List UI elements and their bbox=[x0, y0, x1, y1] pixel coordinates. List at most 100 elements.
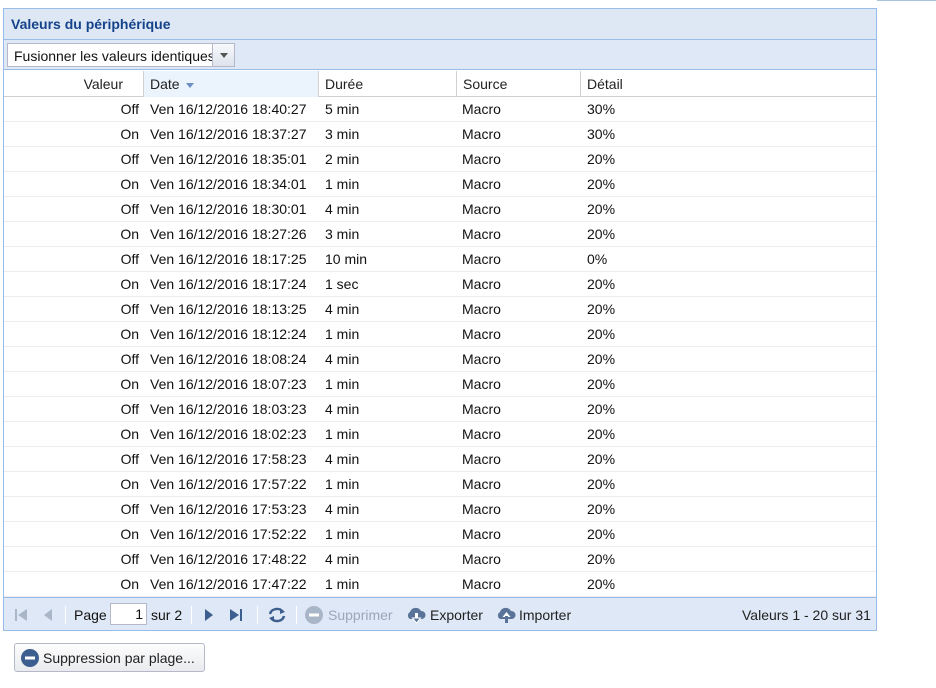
cell-valeur: Off bbox=[120, 551, 139, 567]
separator bbox=[257, 606, 258, 624]
cell-source: Macro bbox=[462, 551, 501, 567]
cloud-download-icon bbox=[405, 598, 427, 631]
cell-valeur: Off bbox=[120, 451, 139, 467]
cell-date: Ven 16/12/2016 18:17:24 bbox=[150, 276, 307, 292]
table-row[interactable]: Off Ven 16/12/2016 17:58:23 4 min Macro 20% bbox=[4, 447, 876, 472]
cell-detail: 20% bbox=[587, 526, 616, 542]
cell-source: Macro bbox=[462, 476, 501, 492]
table-row[interactable]: Off Ven 16/12/2016 18:40:27 5 min Macro 30% bbox=[4, 97, 876, 122]
separator bbox=[65, 606, 66, 624]
cell-detail: 20% bbox=[587, 426, 616, 442]
import-button[interactable]: Importer bbox=[519, 598, 571, 631]
panel-title: Valeurs du périphérique bbox=[11, 16, 171, 32]
cell-detail: 20% bbox=[587, 151, 616, 167]
cell-duree: 5 min bbox=[325, 101, 360, 117]
cell-valeur: On bbox=[120, 276, 139, 292]
cell-valeur: Off bbox=[120, 301, 139, 317]
cell-valeur: On bbox=[120, 176, 139, 192]
prev-page-icon[interactable] bbox=[42, 598, 54, 631]
cell-detail: 20% bbox=[587, 351, 616, 367]
cell-source: Macro bbox=[462, 451, 501, 467]
table-row[interactable]: Off Ven 16/12/2016 18:17:25 10 min Macro 0% bbox=[4, 247, 876, 272]
delete-button[interactable]: Supprimer bbox=[328, 598, 393, 631]
cell-valeur: Off bbox=[120, 251, 139, 267]
table-row[interactable]: Off Ven 16/12/2016 18:03:23 4 min Macro 20% bbox=[4, 397, 876, 422]
refresh-icon[interactable] bbox=[267, 598, 287, 631]
minus-circle-icon bbox=[20, 648, 40, 668]
cell-duree: 4 min bbox=[325, 451, 360, 467]
last-page-icon[interactable] bbox=[229, 598, 243, 631]
cell-valeur: Off bbox=[120, 351, 139, 367]
table-row[interactable]: On Ven 16/12/2016 18:37:27 3 min Macro 30% bbox=[4, 122, 876, 147]
table-row[interactable]: On Ven 16/12/2016 17:52:22 1 min Macro 20% bbox=[4, 522, 876, 547]
cell-detail: 20% bbox=[587, 551, 616, 567]
range-delete-label: Suppression par plage... bbox=[43, 649, 195, 666]
column-header-duree[interactable]: Durée bbox=[319, 71, 457, 97]
table-row[interactable]: On Ven 16/12/2016 17:47:22 1 min Macro 20% bbox=[4, 572, 876, 597]
first-page-icon[interactable] bbox=[14, 598, 28, 631]
table-row[interactable]: On Ven 16/12/2016 18:02:23 1 min Macro 20% bbox=[4, 422, 876, 447]
table-row[interactable]: On Ven 16/12/2016 18:17:24 1 sec Macro 20% bbox=[4, 272, 876, 297]
table-row[interactable]: On Ven 16/12/2016 18:07:23 1 min Macro 20% bbox=[4, 372, 876, 397]
sort-descending-icon bbox=[185, 82, 194, 88]
column-header-detail[interactable]: Détail bbox=[581, 71, 876, 97]
cell-date: Ven 16/12/2016 18:03:23 bbox=[150, 401, 307, 417]
cell-duree: 1 min bbox=[325, 426, 360, 442]
paging-summary: Valeurs 1 - 20 sur 31 bbox=[742, 606, 871, 623]
cell-date: Ven 16/12/2016 18:12:24 bbox=[150, 326, 307, 342]
cell-date: Ven 16/12/2016 18:30:01 bbox=[150, 201, 307, 217]
cell-detail: 20% bbox=[587, 201, 616, 217]
cell-date: Ven 16/12/2016 18:02:23 bbox=[150, 426, 307, 442]
cell-duree: 4 min bbox=[325, 501, 360, 517]
cell-valeur: On bbox=[120, 326, 139, 342]
table-row[interactable]: Off Ven 16/12/2016 18:35:01 2 min Macro 20% bbox=[4, 147, 876, 172]
cell-date: Ven 16/12/2016 17:58:23 bbox=[150, 451, 307, 467]
minus-circle-icon bbox=[304, 598, 324, 631]
cell-date: Ven 16/12/2016 17:47:22 bbox=[150, 576, 307, 592]
cell-source: Macro bbox=[462, 251, 501, 267]
cell-detail: 20% bbox=[587, 301, 616, 317]
cell-detail: 20% bbox=[587, 276, 616, 292]
cell-date: Ven 16/12/2016 18:37:27 bbox=[150, 126, 307, 142]
column-header-source[interactable]: Source bbox=[457, 71, 581, 97]
table-row[interactable]: On Ven 16/12/2016 17:57:22 1 min Macro 20% bbox=[4, 472, 876, 497]
cell-source: Macro bbox=[462, 151, 501, 167]
cell-duree: 1 min bbox=[325, 326, 360, 342]
grid-toolbar: Fusionner les valeurs identiques bbox=[4, 40, 876, 70]
table-row[interactable]: Off Ven 16/12/2016 17:53:23 4 min Macro 20% bbox=[4, 497, 876, 522]
merge-values-select-value: Fusionner les valeurs identiques bbox=[14, 48, 212, 64]
table-row[interactable]: On Ven 16/12/2016 18:34:01 1 min Macro 20% bbox=[4, 172, 876, 197]
table-row[interactable]: On Ven 16/12/2016 18:12:24 1 min Macro 20% bbox=[4, 322, 876, 347]
cell-detail: 30% bbox=[587, 126, 616, 142]
table-row[interactable]: On Ven 16/12/2016 18:27:26 3 min Macro 20% bbox=[4, 222, 876, 247]
export-button[interactable]: Exporter bbox=[430, 598, 483, 631]
cell-valeur: On bbox=[120, 576, 139, 592]
cell-date: Ven 16/12/2016 17:52:22 bbox=[150, 526, 307, 542]
cell-detail: 20% bbox=[587, 176, 616, 192]
page-number-input[interactable] bbox=[110, 603, 147, 625]
table-row[interactable]: Off Ven 16/12/2016 18:08:24 4 min Macro 20% bbox=[4, 347, 876, 372]
cell-duree: 4 min bbox=[325, 201, 360, 217]
cell-detail: 20% bbox=[587, 326, 616, 342]
cell-valeur: On bbox=[120, 476, 139, 492]
cell-valeur: On bbox=[120, 226, 139, 242]
table-row[interactable]: Off Ven 16/12/2016 17:48:22 4 min Macro 20% bbox=[4, 547, 876, 572]
cell-duree: 1 min bbox=[325, 576, 360, 592]
table-row[interactable]: Off Ven 16/12/2016 18:30:01 4 min Macro 20% bbox=[4, 197, 876, 222]
range-delete-button[interactable]: Suppression par plage... bbox=[14, 643, 205, 672]
table-row[interactable]: Off Ven 16/12/2016 18:13:25 4 min Macro 20% bbox=[4, 297, 876, 322]
next-page-icon[interactable] bbox=[203, 598, 215, 631]
cell-source: Macro bbox=[462, 301, 501, 317]
column-header-date[interactable]: Date bbox=[144, 71, 319, 97]
cell-duree: 2 min bbox=[325, 151, 360, 167]
chevron-down-icon[interactable] bbox=[212, 44, 234, 66]
column-header-valeur[interactable]: Valeur bbox=[4, 71, 144, 97]
merge-values-select[interactable]: Fusionner les valeurs identiques bbox=[7, 43, 235, 67]
cell-source: Macro bbox=[462, 351, 501, 367]
cell-valeur: On bbox=[120, 426, 139, 442]
cell-valeur: On bbox=[120, 126, 139, 142]
cell-duree: 4 min bbox=[325, 401, 360, 417]
cell-duree: 4 min bbox=[325, 301, 360, 317]
cell-duree: 3 min bbox=[325, 126, 360, 142]
cell-source: Macro bbox=[462, 526, 501, 542]
